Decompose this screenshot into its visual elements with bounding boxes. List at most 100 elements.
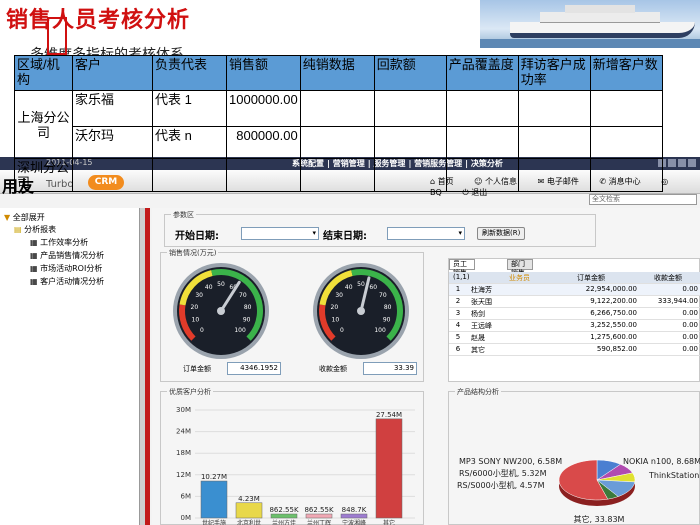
highlight-box — [47, 17, 67, 55]
slide-title: 销售人员考核分析 — [6, 8, 191, 33]
ranking-row[interactable]: 2 张天围 9,122,200.00 333,944.00 — [449, 296, 700, 308]
ranking-cell: 333,944.00 — [657, 297, 698, 305]
ranking-cell: 0.00 — [682, 333, 698, 341]
end-date-label: 结束日期: — [323, 231, 367, 242]
order-gauge-hub — [217, 307, 225, 315]
report-icon: ▦ — [30, 251, 38, 260]
bar-ytick-label: 12M — [176, 471, 191, 479]
table-row: 上海分公司 家乐福 代表 1 1000000.00 — [14, 90, 663, 159]
ranking-cell: 赵晟 — [471, 334, 485, 342]
order-gauge-tick-label: 40 — [205, 284, 213, 291]
collect-gauge-tick-label: 70 — [379, 292, 387, 299]
bar-data-label: 862.55K — [304, 506, 333, 514]
bar-data-label: 848.7K — [342, 506, 367, 514]
cell: 代表 n — [152, 126, 227, 159]
param-group: 参数区 开始日期: ▾ 结束日期: ▾ 刷新数据(R) — [164, 210, 596, 247]
collect-gauge-tick-label: 80 — [384, 304, 392, 311]
bar-ytick-label: 0M — [181, 514, 192, 522]
cell — [589, 90, 663, 127]
ranking-cell: 张天围 — [471, 298, 492, 306]
help-icon[interactable] — [678, 159, 686, 167]
order-gauge-tick-label: 30 — [195, 292, 203, 299]
tab-staff-top5[interactable]: 员工销售TOP5 — [449, 259, 476, 286]
cell: 上海分公司 — [14, 90, 73, 159]
tree-item-customer-activity[interactable]: ▦ 客户活动情况分析 — [30, 276, 104, 287]
ranking-row[interactable]: 6 其它 590,852.00 0.00 — [449, 344, 700, 356]
cell — [226, 158, 301, 192]
collection-amount-label: 收款金额 — [319, 365, 347, 373]
cell: 代表 1 — [152, 90, 227, 127]
bar — [305, 513, 333, 519]
order-gauge-tick-label: 70 — [239, 292, 247, 299]
cell: 800000.00 — [226, 126, 301, 159]
collect-gauge-tick-label: 90 — [383, 316, 391, 323]
tree-item-product-sales[interactable]: ▦ 产品销售情况分析 — [30, 250, 104, 261]
cell — [152, 158, 227, 192]
report-icon: ▦ — [30, 277, 38, 286]
collect-gauge-tick-label: 30 — [335, 292, 343, 299]
start-date-select[interactable]: ▾ — [241, 227, 319, 240]
ranking-cell: 590,852.00 — [596, 345, 637, 353]
tree-folder-reports[interactable]: ▤ 分析报表 — [14, 224, 56, 235]
cruise-ship-banner — [480, 0, 700, 48]
tab-dept-top5[interactable]: 部门销售TOP5 — [507, 259, 534, 286]
refresh-button[interactable]: 刷新数据(R) — [477, 227, 526, 240]
ranking-cell: 4 — [455, 321, 461, 329]
cell — [299, 158, 375, 192]
cell — [299, 126, 375, 159]
ranking-cell: 王远峰 — [471, 322, 492, 330]
cell — [445, 126, 519, 159]
crm-app-window: 2011-04-15 系统配置 | 营销管理 | 服务管理 | 营销服务管理 | 决策分… — [0, 157, 700, 525]
cell: 1000000.00 — [226, 90, 301, 127]
bar-data-label: 862.55K — [269, 506, 298, 514]
search-input[interactable]: 全文检索 — [589, 194, 697, 205]
ranking-row[interactable]: 5 赵晟 1,275,600.00 0.00 — [449, 332, 700, 344]
cell — [517, 158, 591, 192]
cell — [373, 90, 447, 127]
close-icon[interactable] — [688, 159, 696, 167]
pie-label: RS/6000小型机, 5.32M — [459, 468, 547, 478]
end-date-select[interactable]: ▾ — [387, 227, 465, 240]
expand-all-link[interactable]: ▼ 全部展开 — [4, 212, 45, 223]
cell: 深圳分公司 — [14, 158, 73, 192]
cell — [517, 126, 591, 159]
header-cell: 客户 — [72, 55, 153, 91]
ranking-cell: 3,252,550.00 — [590, 321, 637, 329]
restore-icon[interactable] — [668, 159, 676, 167]
ranking-row[interactable]: 1 杜海芳 22,954,000.00 0.00 — [449, 284, 700, 296]
col-index: (1,1) — [453, 273, 470, 281]
ranking-cell: 1 — [455, 285, 461, 293]
folder-icon: ▤ — [14, 225, 22, 234]
pie-label: 其它, 33.83M — [574, 514, 625, 524]
ranking-cell: 0.00 — [682, 309, 698, 317]
ranking-header: (1,1) 业务员 订单金额 收款金额 — [449, 272, 700, 284]
bar-category-label: 兰州方佳 — [272, 519, 296, 525]
bar — [235, 502, 263, 519]
tree-item-campaign-roi[interactable]: ▦ 市场活动ROI分析 — [30, 263, 102, 274]
report-icon: ▦ — [30, 264, 38, 273]
report-main: 参数区 开始日期: ▾ 结束日期: ▾ 刷新数据(R) 销售情况(万元) 0 10… — [152, 208, 700, 525]
bar-ytick-label: 24M — [176, 428, 191, 436]
ranking-row[interactable]: 3 杨剑 6,266,750.00 0.00 — [449, 308, 700, 320]
ranking-cell: 杜海芳 — [471, 286, 492, 294]
cell — [445, 158, 519, 192]
ranking-cell: 6 — [455, 345, 461, 353]
bar-data-label: 27.54M — [376, 411, 402, 419]
collection-amount-value: 33.39 — [363, 362, 417, 375]
bar-data-label: 10.27M — [201, 473, 227, 481]
collect-gauge-tick-label: 100 — [374, 327, 386, 334]
pie-chart-svg: MP3 SONY NW200, 6.58M RS/6000小型机, 5.32M RS… — [457, 457, 700, 524]
col-collect: 收款金额 — [654, 274, 682, 282]
cell — [72, 158, 153, 192]
order-gauge-tick-label: 10 — [192, 316, 200, 323]
ranking-cell: 9,122,200.00 — [590, 297, 637, 305]
header-cell: 拜访客户成功率 — [517, 55, 591, 91]
ranking-cell: 3 — [455, 309, 461, 317]
ranking-cell: 0.00 — [682, 345, 698, 353]
tree-item-efficiency[interactable]: ▦ 工作效率分析 — [30, 237, 88, 248]
bar-ytick-label: 18M — [176, 449, 191, 457]
collect-gauge-tick-label: 40 — [345, 284, 353, 291]
start-date-label: 开始日期: — [175, 231, 219, 242]
ranking-row[interactable]: 4 王远峰 3,252,550.00 0.00 — [449, 320, 700, 332]
cell — [299, 90, 375, 127]
